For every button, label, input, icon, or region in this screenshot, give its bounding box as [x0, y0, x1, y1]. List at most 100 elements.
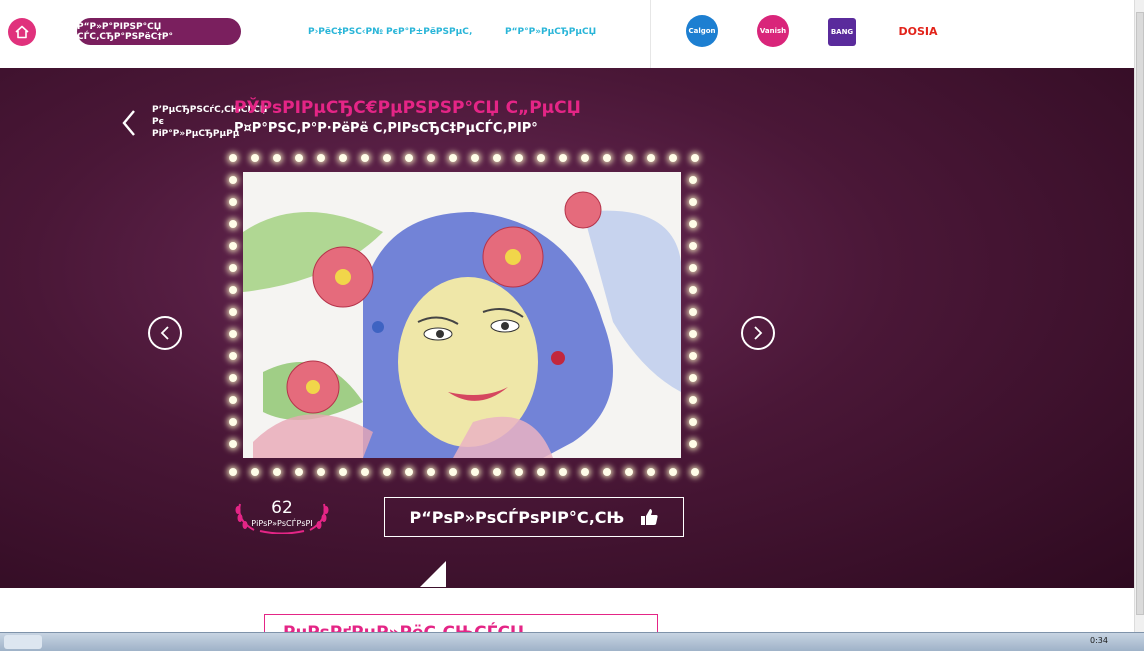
marquee-bulb — [317, 154, 325, 162]
thumbs-up-icon — [640, 509, 658, 525]
marquee-bulb — [689, 308, 697, 316]
marquee-bulb — [229, 330, 237, 338]
marquee-bulb — [229, 154, 237, 162]
marquee-bulb — [339, 154, 347, 162]
chevron-right-icon — [754, 326, 763, 340]
marquee-bulb — [273, 468, 281, 476]
artwork-subtitle: Р¤Р°РЅС‚Р°Р·РёРё С‚РІРѕСЂС‡РµСЃС‚РІР° — [234, 121, 538, 136]
marquee-bulb — [603, 154, 611, 162]
marquee-bulb — [361, 468, 369, 476]
taskbar-clock: 0:34 — [1090, 636, 1108, 645]
marquee-bulb — [689, 286, 697, 294]
vote-button-label: Р“РѕР»РѕСЃРѕРІР°С‚СЊ — [409, 507, 625, 527]
home-icon — [15, 25, 29, 39]
marquee-bulb — [689, 418, 697, 426]
marquee-bulb — [689, 396, 697, 404]
marquee-bulb — [229, 198, 237, 206]
scroll-thumb[interactable] — [1136, 12, 1144, 615]
marquee-bulb — [581, 468, 589, 476]
marquee-bulb — [647, 154, 655, 162]
marquee-bulb — [229, 418, 237, 426]
vote-count-label: РіРѕР»РѕСЃРѕРІ — [251, 519, 313, 528]
nav-main-page[interactable]: Р“Р»Р°РІРЅР°СЏ СЃС‚СЂР°РЅРёС†Р° — [77, 18, 241, 45]
marquee-bulb — [229, 242, 237, 250]
brand-logo-bang[interactable]: BANG — [828, 18, 856, 46]
marquee-bulb — [559, 154, 567, 162]
marquee-bulb — [229, 468, 237, 476]
marquee-bulb — [317, 468, 325, 476]
artwork-image — [243, 172, 681, 458]
marquee-bulb — [229, 374, 237, 382]
vote-button[interactable]: Р“РѕР»РѕСЃРѕРІР°С‚СЊ — [384, 497, 684, 537]
back-arrow-icon[interactable] — [118, 108, 142, 138]
os-taskbar: 0:34 — [0, 632, 1144, 651]
prev-artwork-button[interactable] — [148, 316, 182, 350]
marquee-bulb — [537, 468, 545, 476]
marquee-bulb — [383, 468, 391, 476]
back-to-gallery-link[interactable]: Р’РµСЂРЅСѓС‚СЊСЃСЏ Рє РіР°Р»РµСЂРµРµ — [152, 104, 267, 140]
fairy-painting — [243, 172, 681, 458]
marquee-bulb — [229, 352, 237, 360]
marquee-bulb — [471, 468, 479, 476]
page-scrollbar[interactable] — [1134, 0, 1144, 632]
marquee-bulb — [427, 154, 435, 162]
marquee-bulb — [427, 468, 435, 476]
marquee-bulb — [691, 468, 699, 476]
marquee-bulb — [689, 176, 697, 184]
marquee-bulb — [229, 176, 237, 184]
marquee-bulb — [515, 468, 523, 476]
marquee-bulb — [689, 264, 697, 272]
nav-link-cabinet[interactable]: Р›РёС‡РЅС‹Р№ РєР°Р±РёРЅРµС‚ — [308, 27, 472, 37]
marquee-bulb — [229, 220, 237, 228]
marquee-bulb — [559, 468, 567, 476]
brand-logo-calgon[interactable]: Calgon — [686, 15, 718, 47]
marquee-bulb — [625, 468, 633, 476]
marquee-bulb — [251, 468, 259, 476]
marquee-bulb — [647, 468, 655, 476]
marquee-bulb — [689, 198, 697, 206]
corner-triangle — [420, 561, 446, 587]
vote-counter: 62 РіРѕР»РѕСЃРѕРІ — [232, 498, 332, 534]
marquee-bulb — [405, 468, 413, 476]
marquee-bulb — [295, 154, 303, 162]
marquee-bulb — [229, 396, 237, 404]
marquee-bulb — [689, 440, 697, 448]
marquee-bulb — [449, 468, 457, 476]
marquee-bulb — [669, 468, 677, 476]
marquee-bulb — [229, 264, 237, 272]
marquee-bulb — [669, 154, 677, 162]
brand-logo-vanish[interactable]: Vanish — [757, 15, 789, 47]
start-button[interactable] — [4, 635, 42, 649]
marquee-bulb — [273, 154, 281, 162]
marquee-bulb — [493, 154, 501, 162]
home-button[interactable] — [8, 18, 36, 46]
marquee-bulb — [361, 154, 369, 162]
marquee-bulb — [689, 374, 697, 382]
marquee-bulb — [449, 154, 457, 162]
marquee-bulb — [229, 440, 237, 448]
marquee-bulb — [691, 154, 699, 162]
marquee-bulb — [229, 286, 237, 294]
brand-divider — [650, 0, 651, 68]
vote-count: 62 — [271, 498, 293, 518]
marquee-bulb — [339, 468, 347, 476]
marquee-bulb — [471, 154, 479, 162]
marquee-bulb — [405, 154, 413, 162]
marquee-bulb — [689, 220, 697, 228]
marquee-bulb — [383, 154, 391, 162]
marquee-bulb — [229, 308, 237, 316]
marquee-bulb — [689, 352, 697, 360]
nav-link-gallery[interactable]: Р“Р°Р»РµСЂРµСЏ — [505, 27, 596, 37]
brand-logo-dosia[interactable]: DOSIA — [898, 15, 938, 47]
marquee-bulb — [493, 468, 501, 476]
site-header: Р“Р»Р°РІРЅР°СЏ СЃС‚СЂР°РЅРёС†Р° Р›РёС‡РЅ… — [0, 0, 1134, 69]
marquee-bulb — [515, 154, 523, 162]
marquee-bulb — [689, 242, 697, 250]
marquee-bulb — [625, 154, 633, 162]
artwork-title: РЎРѕРІРµСЂС€РµРЅРЅР°СЏ С„РµСЏ — [234, 98, 581, 118]
marquee-bulb — [295, 468, 303, 476]
marquee-bulb — [581, 154, 589, 162]
next-artwork-button[interactable] — [741, 316, 775, 350]
chevron-left-icon — [160, 326, 169, 340]
marquee-bulb — [603, 468, 611, 476]
